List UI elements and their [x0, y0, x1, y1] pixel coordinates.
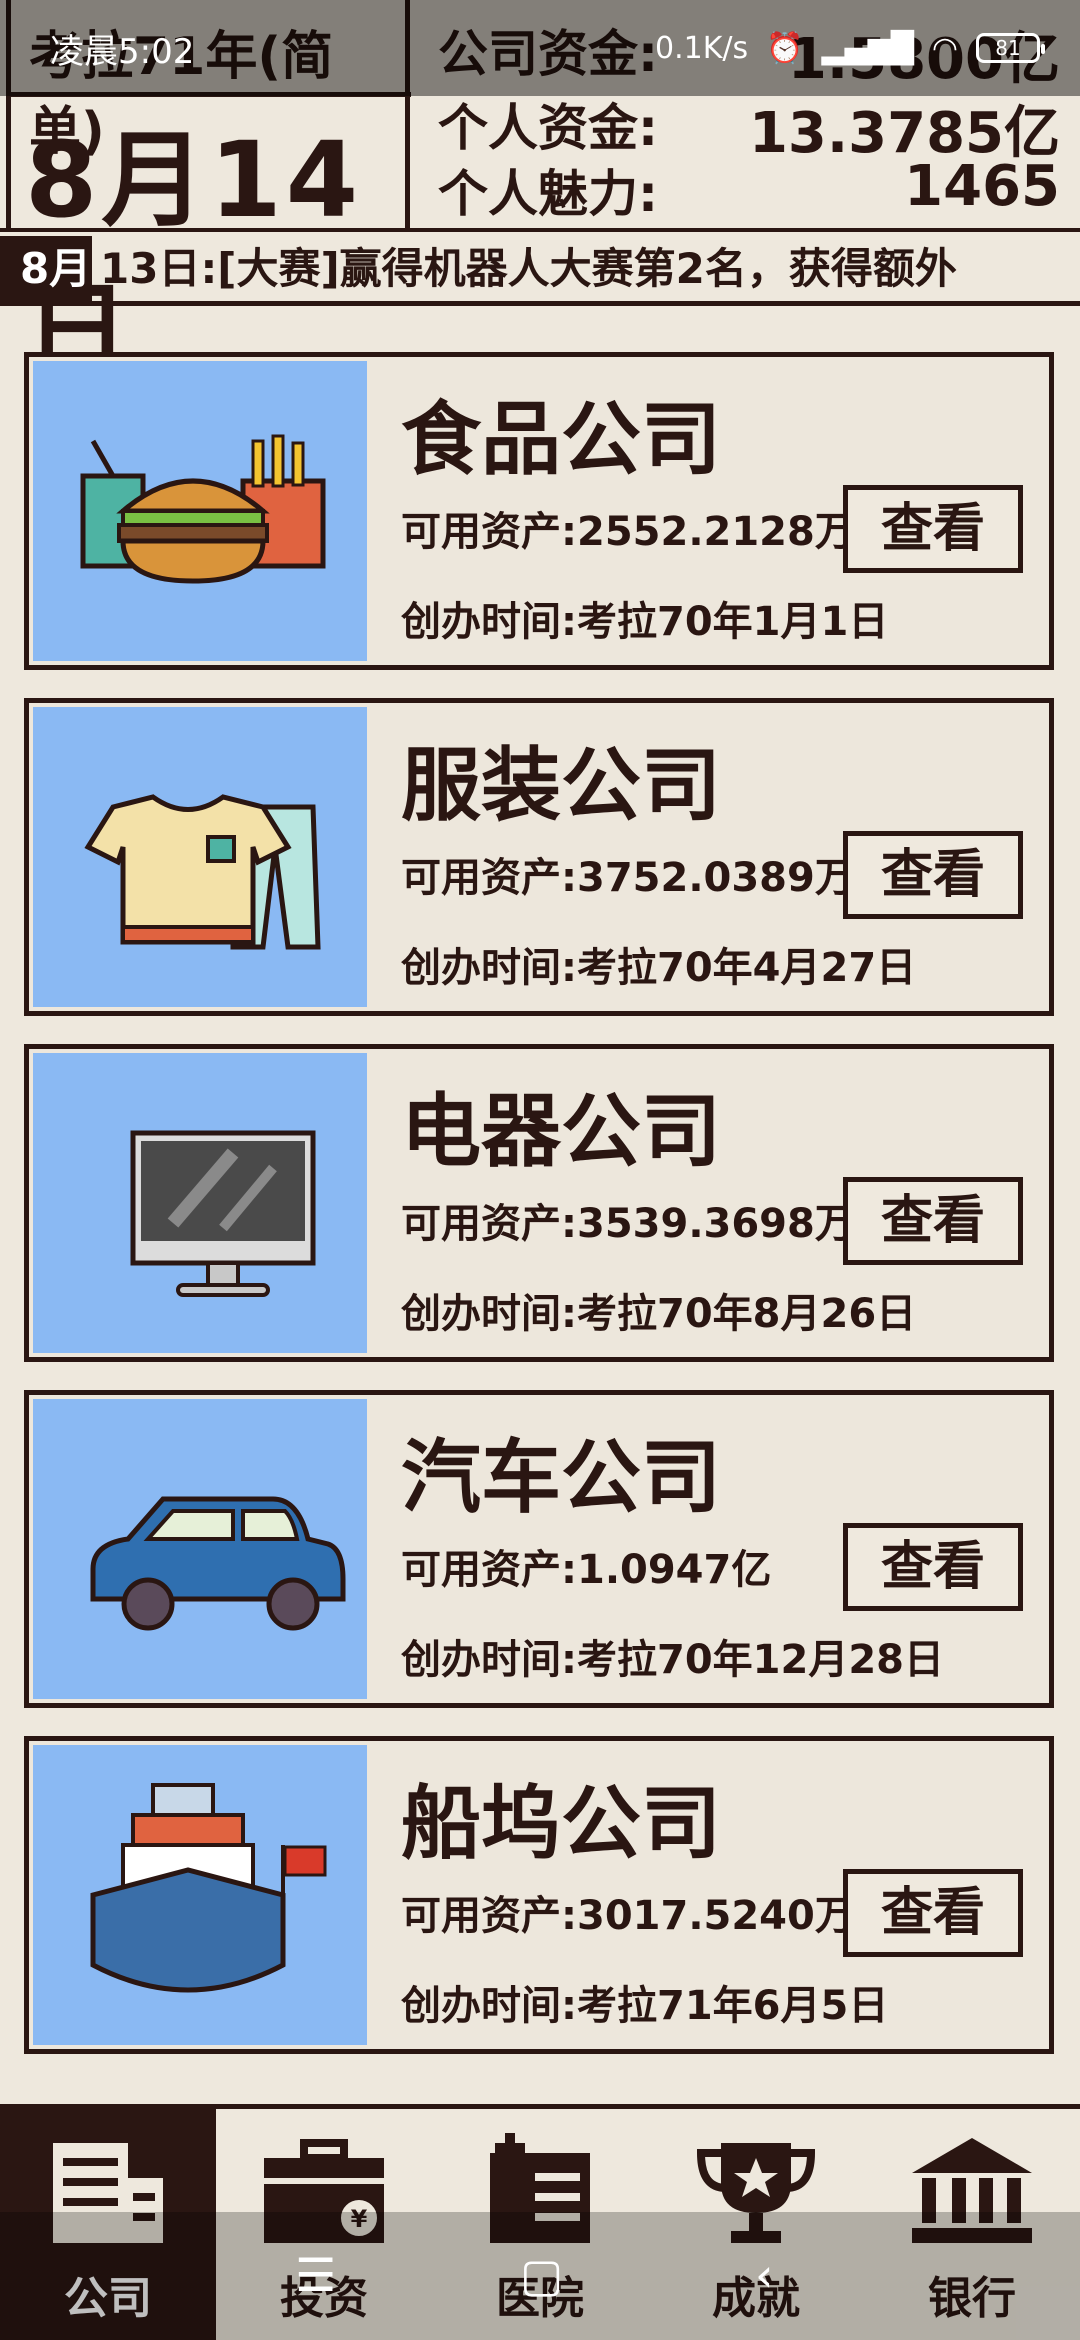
- card-image: [33, 1053, 367, 1353]
- system-nav-bar: ☰ ▢ ‹: [0, 2212, 1080, 2340]
- network-speed: 0.1K/s: [655, 30, 749, 66]
- company-name: 汽车公司: [401, 1431, 721, 1524]
- company-founded: 创办时间:考拉70年1月1日: [401, 599, 889, 645]
- view-button[interactable]: 查看: [843, 1177, 1023, 1265]
- car-icon: [90, 1496, 346, 1631]
- company-founded: 创办时间:考拉70年12月28日: [401, 1637, 944, 1683]
- company-assets: 可用资产:3752.0389万: [401, 855, 855, 901]
- signal-icon: ▂▄▆█: [821, 30, 914, 66]
- company-founded: 创办时间:考拉70年8月26日: [401, 1291, 917, 1337]
- company-name: 电器公司: [401, 1085, 721, 1178]
- card-image: [33, 1399, 367, 1699]
- company-card-food[interactable]: 食品公司 可用资产:2552.2128万 创办时间:考拉70年1月1日 查看: [24, 352, 1054, 670]
- company-founded: 创办时间:考拉71年6月5日: [401, 1983, 889, 2029]
- view-button[interactable]: 查看: [843, 1869, 1023, 1957]
- company-founded: 创办时间:考拉70年4月27日: [401, 945, 917, 991]
- view-button[interactable]: 查看: [843, 1523, 1023, 1611]
- company-name: 服装公司: [401, 739, 721, 832]
- food-icon: [80, 434, 326, 584]
- menu-icon[interactable]: ☰: [295, 2248, 336, 2302]
- status-bar: 凌晨5:02 0.1K/s ⏰ ▂▄▆█ ◠ 81: [0, 0, 1080, 96]
- view-button[interactable]: 查看: [843, 831, 1023, 919]
- charm-value: 1465: [904, 154, 1060, 219]
- back-icon[interactable]: ‹: [755, 2248, 773, 2302]
- charm-label: 个人魅力:: [438, 165, 658, 223]
- company-assets: 可用资产:3539.3698万: [401, 1201, 855, 1247]
- view-button[interactable]: 查看: [843, 485, 1023, 573]
- news-ticker[interactable]: 8月 13日:[大赛]赢得机器人大赛第2名，获得额外: [0, 236, 1080, 306]
- company-assets: 可用资产:1.0947亿: [401, 1547, 772, 1593]
- card-image: [33, 1745, 367, 2045]
- company-card-shipyard[interactable]: 船坞公司 可用资产:3017.5240万 创办时间:考拉71年6月5日 查看: [24, 1736, 1054, 2054]
- company-card-clothing[interactable]: 服装公司 可用资产:3752.0389万 创办时间:考拉70年4月27日 查看: [24, 698, 1054, 1016]
- company-name: 船坞公司: [401, 1777, 721, 1870]
- company-card-electronics[interactable]: 电器公司 可用资产:3539.3698万 创办时间:考拉70年8月26日 查看: [24, 1044, 1054, 1362]
- ticker-month-tag: 8月: [0, 236, 92, 301]
- monitor-icon: [130, 1130, 316, 1297]
- status-time: 凌晨5:02: [50, 31, 195, 72]
- clothing-icon: [84, 794, 321, 950]
- card-image: [33, 707, 367, 1007]
- wifi-icon: ◠: [931, 30, 958, 66]
- home-icon[interactable]: ▢: [520, 2248, 563, 2302]
- company-assets: 可用资产:2552.2128万: [401, 509, 855, 555]
- company-name: 食品公司: [401, 393, 721, 486]
- company-assets: 可用资产:3017.5240万: [401, 1893, 855, 1939]
- ship-icon: [90, 1783, 327, 1993]
- ticker-text: 13日:[大赛]赢得机器人大赛第2名，获得额外: [100, 244, 957, 293]
- company-card-car[interactable]: 汽车公司 可用资产:1.0947亿 创办时间:考拉70年12月28日 查看: [24, 1390, 1054, 1708]
- alarm-icon: ⏰: [766, 30, 804, 66]
- battery-icon: 81: [976, 33, 1045, 63]
- charm-row: 个人魅力: 1465: [438, 154, 1060, 226]
- card-image: [33, 361, 367, 661]
